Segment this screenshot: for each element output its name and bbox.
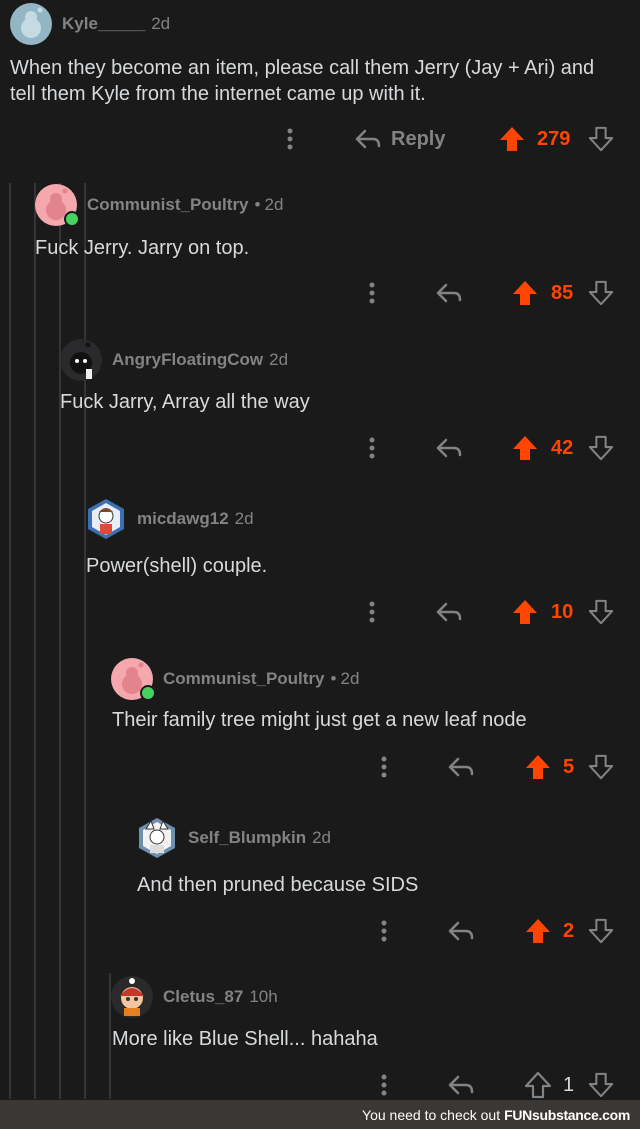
more-options-icon[interactable] <box>374 756 394 778</box>
reply-arrow-icon[interactable] <box>448 920 474 942</box>
more-options-icon[interactable] <box>374 1074 394 1096</box>
snoo-avatar-icon[interactable] <box>10 3 52 45</box>
comment-age: 2d <box>269 350 289 369</box>
username[interactable]: micdawg12 <box>137 509 229 529</box>
reply-arrow-icon[interactable] <box>436 601 462 623</box>
downvote-icon[interactable] <box>588 435 614 461</box>
vote-score: 5 <box>563 755 575 778</box>
watermark-footer: You need to check out FUNsubstance.com <box>0 1100 640 1129</box>
username[interactable]: Communist_Poultry <box>87 195 249 215</box>
downvote-icon[interactable] <box>588 126 614 152</box>
threadline-2[interactable] <box>34 183 36 1099</box>
online-indicator-icon <box>64 211 80 227</box>
vote-score: 85 <box>551 281 574 304</box>
upvote-icon[interactable] <box>511 434 539 462</box>
username[interactable]: Self_Blumpkin <box>188 828 306 848</box>
watermark-brand: FUNsubstance.com <box>504 1106 630 1123</box>
more-options-icon[interactable] <box>362 437 382 459</box>
comment-body: Power(shell) couple. <box>86 555 268 577</box>
downvote-icon[interactable] <box>588 918 614 944</box>
reply-arrow-icon <box>355 129 381 149</box>
more-options-icon[interactable] <box>374 920 394 942</box>
more-options-icon[interactable] <box>280 128 300 150</box>
snoo-avatar-icon[interactable] <box>60 339 102 381</box>
comment-body: More like Blue Shell... hahaha <box>112 1028 378 1050</box>
snoo-avatar-icon[interactable] <box>111 658 156 701</box>
comment-age: 2d <box>312 828 332 847</box>
comment-age: 2d <box>340 669 360 688</box>
comment-body: Fuck Jerry. Jarry on top. <box>35 237 250 259</box>
username[interactable]: Cletus_87 <box>163 987 243 1007</box>
downvote-icon[interactable] <box>588 1072 614 1098</box>
comment-age: 2d <box>151 14 171 33</box>
more-options-icon[interactable] <box>362 282 382 304</box>
downvote-icon[interactable] <box>588 280 614 306</box>
separator: • <box>254 195 261 214</box>
username[interactable]: AngryFloatingCow <box>112 350 263 370</box>
reply-arrow-icon[interactable] <box>448 1074 474 1096</box>
reply-arrow-icon[interactable] <box>436 282 462 304</box>
online-indicator-icon <box>140 685 156 701</box>
snoo-avatar-icon[interactable] <box>136 817 178 859</box>
downvote-icon[interactable] <box>588 599 614 625</box>
vote-score: 279 <box>537 127 571 150</box>
reply-button[interactable]: Reply <box>355 128 445 151</box>
comment-body: Fuck Jarry, Array all the way <box>60 391 310 413</box>
vote-score: 1 <box>563 1073 575 1096</box>
comment-body: Their family tree might just get a new l… <box>112 709 527 731</box>
vote-score: 2 <box>563 919 575 942</box>
upvote-icon[interactable] <box>498 125 526 153</box>
reply-arrow-icon[interactable] <box>436 437 462 459</box>
username[interactable]: Kyle_____ <box>62 14 145 34</box>
watermark-text: You need to check out <box>362 1106 501 1123</box>
upvote-icon[interactable] <box>511 598 539 626</box>
threadline-4[interactable] <box>84 183 86 1099</box>
snoo-avatar-icon[interactable] <box>85 498 127 540</box>
reply-label: Reply <box>391 127 446 150</box>
upvote-icon[interactable] <box>511 279 539 307</box>
reply-arrow-icon[interactable] <box>448 756 474 778</box>
comment-body: And then pruned because SIDS <box>137 874 419 896</box>
upvote-icon[interactable] <box>524 1071 552 1099</box>
snoo-avatar-icon[interactable] <box>111 976 153 1018</box>
upvote-icon[interactable] <box>524 917 552 945</box>
comment-body: When they become an item, please call th… <box>10 57 595 105</box>
vote-score: 42 <box>551 436 574 459</box>
threadline-1[interactable] <box>9 183 11 1099</box>
vote-score: 10 <box>551 600 574 623</box>
upvote-icon[interactable] <box>524 753 552 781</box>
downvote-icon[interactable] <box>588 754 614 780</box>
comment-age: 10h <box>249 987 278 1006</box>
more-options-icon[interactable] <box>362 601 382 623</box>
threadline-3[interactable] <box>59 183 61 1099</box>
username[interactable]: Communist_Poultry <box>163 669 325 689</box>
snoo-avatar-icon[interactable] <box>35 184 80 227</box>
separator: • <box>330 669 337 688</box>
comment-age: 2d <box>264 195 284 214</box>
comment-age: 2d <box>234 509 254 528</box>
